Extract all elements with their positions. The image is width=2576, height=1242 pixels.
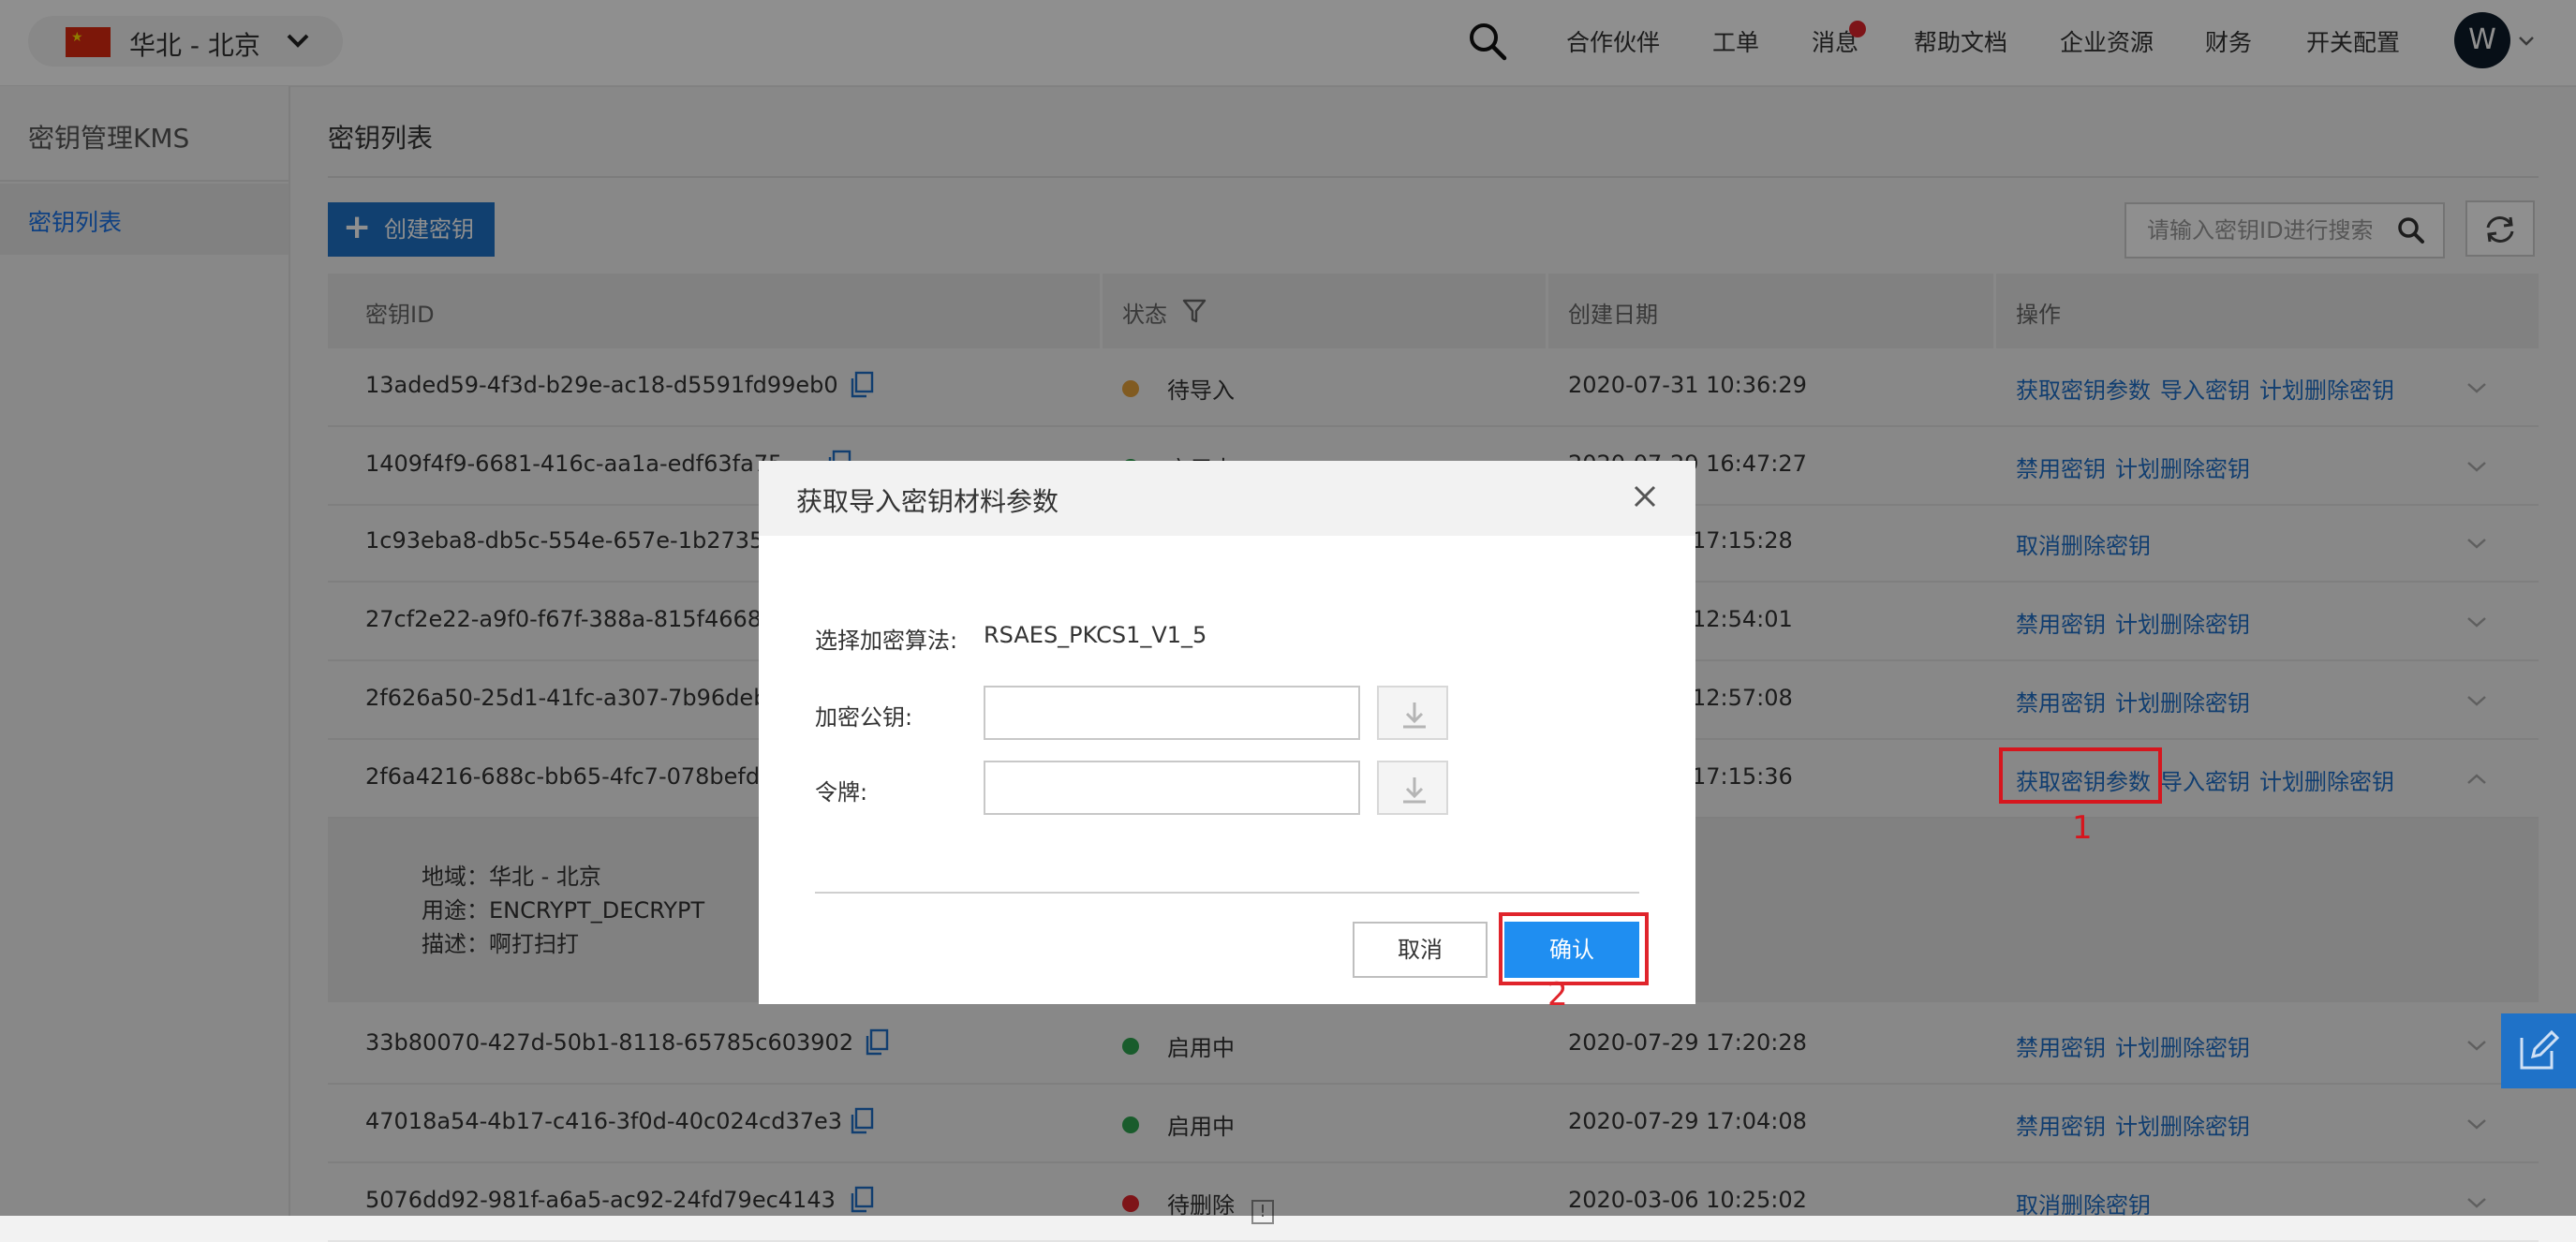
dialog-title: 获取导入密钥材料参数 bbox=[796, 486, 1059, 517]
step2-highlight-box bbox=[1499, 912, 1649, 985]
download-icon bbox=[1403, 702, 1426, 729]
download-token-button[interactable] bbox=[1377, 761, 1448, 815]
public-key-field[interactable] bbox=[984, 686, 1362, 740]
edit-icon bbox=[2520, 1030, 2559, 1070]
download-public-key-button[interactable] bbox=[1377, 686, 1448, 740]
token-field[interactable] bbox=[984, 761, 1362, 815]
algorithm-label: 选择加密算法: bbox=[815, 628, 958, 654]
algorithm-value: RSAES_PKCS1_V1_5 bbox=[984, 622, 1207, 648]
token-label: 令牌: bbox=[815, 779, 868, 806]
feedback-button[interactable] bbox=[2501, 1013, 2576, 1088]
close-icon[interactable] bbox=[1630, 481, 1660, 511]
public-key-input[interactable] bbox=[985, 688, 1362, 740]
step1-label: 1 bbox=[2072, 809, 2093, 847]
public-key-label: 加密公钥: bbox=[815, 704, 913, 731]
cancel-button[interactable]: 取消 bbox=[1353, 922, 1488, 978]
dialog-header: 获取导入密钥材料参数 bbox=[759, 461, 1695, 536]
divider bbox=[815, 892, 1639, 894]
token-input[interactable] bbox=[985, 762, 1362, 815]
download-icon bbox=[1403, 777, 1426, 804]
step2-label: 2 bbox=[1547, 976, 1568, 1013]
step1-highlight-box bbox=[1999, 747, 2162, 804]
